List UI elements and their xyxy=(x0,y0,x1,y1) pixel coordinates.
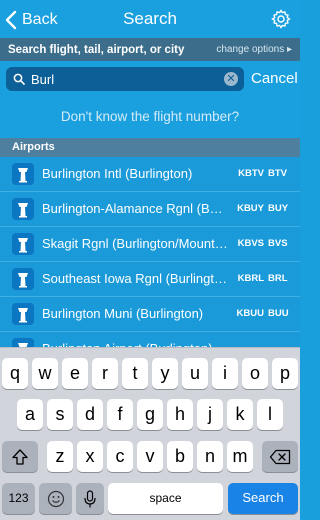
airport-name: Burlington-Alamance Rgnl (Burlington) xyxy=(42,201,228,216)
page-title: Search xyxy=(123,9,177,28)
list-item[interactable]: Burlington Muni (Burlington) KBUU BUU xyxy=(0,297,300,332)
gear-icon[interactable] xyxy=(271,9,291,29)
key-c[interactable]: c xyxy=(107,441,133,472)
shift-key[interactable] xyxy=(2,441,38,472)
key-n[interactable]: n xyxy=(197,441,223,472)
key-q[interactable]: q xyxy=(2,358,28,389)
airport-iata-code: BUY xyxy=(268,203,289,214)
cancel-button[interactable]: Cancel xyxy=(251,70,298,87)
key-y[interactable]: y xyxy=(152,358,178,389)
search-row: ✕ Cancel xyxy=(0,61,300,97)
microphone-key[interactable] xyxy=(76,483,104,514)
key-o[interactable]: o xyxy=(242,358,268,389)
key-f[interactable]: f xyxy=(107,399,133,430)
key-t[interactable]: t xyxy=(122,358,148,389)
airport-tower-icon xyxy=(12,268,34,290)
search-hint-bar: Search flight, tail, airport, or city ch… xyxy=(0,38,300,61)
shift-icon xyxy=(12,449,28,465)
key-h[interactable]: h xyxy=(167,399,193,430)
emoji-icon xyxy=(47,491,64,508)
key-j[interactable]: j xyxy=(197,399,223,430)
search-hint-text: Search flight, tail, airport, or city xyxy=(8,43,185,56)
key-k[interactable]: k xyxy=(227,399,253,430)
screen: Back Search Search flight, tail, airport… xyxy=(0,0,300,520)
airport-iata-code: BUU xyxy=(268,308,289,319)
airport-icao-code: KBTV xyxy=(238,168,264,179)
space-key[interactable]: space xyxy=(108,483,223,514)
backspace-key[interactable] xyxy=(262,441,298,472)
airport-tower-icon xyxy=(12,163,34,185)
numbers-key[interactable]: 123 xyxy=(2,483,35,514)
flight-number-help-link[interactable]: Don't know the flight number? xyxy=(0,109,300,124)
key-m[interactable]: m xyxy=(227,441,253,472)
airport-results-list: Burlington Intl (Burlington) KBTV BTV Bu… xyxy=(0,157,300,367)
key-v[interactable]: v xyxy=(137,441,163,472)
change-options-link[interactable]: change options ▸ xyxy=(216,44,292,55)
key-w[interactable]: w xyxy=(32,358,58,389)
airport-iata-code: BRL xyxy=(268,273,288,284)
airport-name: Skagit Rgnl (Burlington/Mount Vernon) xyxy=(42,236,228,251)
airport-name: Burlington Muni (Burlington) xyxy=(42,306,204,321)
key-s[interactable]: s xyxy=(47,399,73,430)
airport-icao-code: KBRL xyxy=(237,273,264,284)
list-item[interactable]: Skagit Rgnl (Burlington/Mount Vernon) KB… xyxy=(0,227,300,262)
airport-tower-icon xyxy=(12,303,34,325)
key-p[interactable]: p xyxy=(272,358,298,389)
airport-tower-icon xyxy=(12,198,34,220)
microphone-icon xyxy=(84,490,96,508)
airport-tower-icon xyxy=(12,233,34,255)
list-item[interactable]: Burlington Intl (Burlington) KBTV BTV xyxy=(0,157,300,192)
airport-icao-code: KBUY xyxy=(237,203,264,214)
list-item[interactable]: Southeast Iowa Rgnl (Burlington) KBRL BR… xyxy=(0,262,300,297)
key-a[interactable]: a xyxy=(17,399,43,430)
airport-iata-code: BTV xyxy=(268,168,287,179)
key-l[interactable]: l xyxy=(257,399,283,430)
key-e[interactable]: e xyxy=(62,358,88,389)
key-x[interactable]: x xyxy=(77,441,103,472)
airport-name: Southeast Iowa Rgnl (Burlington) xyxy=(42,271,228,286)
airport-name: Burlington Intl (Burlington) xyxy=(42,166,193,181)
emoji-key[interactable] xyxy=(39,483,72,514)
key-i[interactable]: i xyxy=(212,358,238,389)
airport-iata-code: BVS xyxy=(268,238,288,249)
search-icon xyxy=(13,73,25,85)
key-z[interactable]: z xyxy=(47,441,73,472)
help-area: Don't know the flight number? xyxy=(0,97,300,138)
search-key[interactable]: Search xyxy=(228,483,298,514)
clear-icon[interactable]: ✕ xyxy=(224,72,238,86)
airport-icao-code: KBUU xyxy=(236,308,264,319)
key-g[interactable]: g xyxy=(137,399,163,430)
key-b[interactable]: b xyxy=(167,441,193,472)
key-d[interactable]: d xyxy=(77,399,103,430)
search-field[interactable]: ✕ xyxy=(6,67,244,91)
nav-bar: Back Search xyxy=(0,0,300,38)
search-input[interactable] xyxy=(31,71,221,87)
keyboard: q w e r t y u i o p a s d f g h j k l z … xyxy=(0,347,300,520)
list-item[interactable]: Burlington-Alamance Rgnl (Burlington) KB… xyxy=(0,192,300,227)
key-r[interactable]: r xyxy=(92,358,118,389)
backspace-icon xyxy=(269,450,291,465)
key-u[interactable]: u xyxy=(182,358,208,389)
section-header-airports: Airports xyxy=(0,138,300,157)
airport-icao-code: KBVS xyxy=(237,238,264,249)
